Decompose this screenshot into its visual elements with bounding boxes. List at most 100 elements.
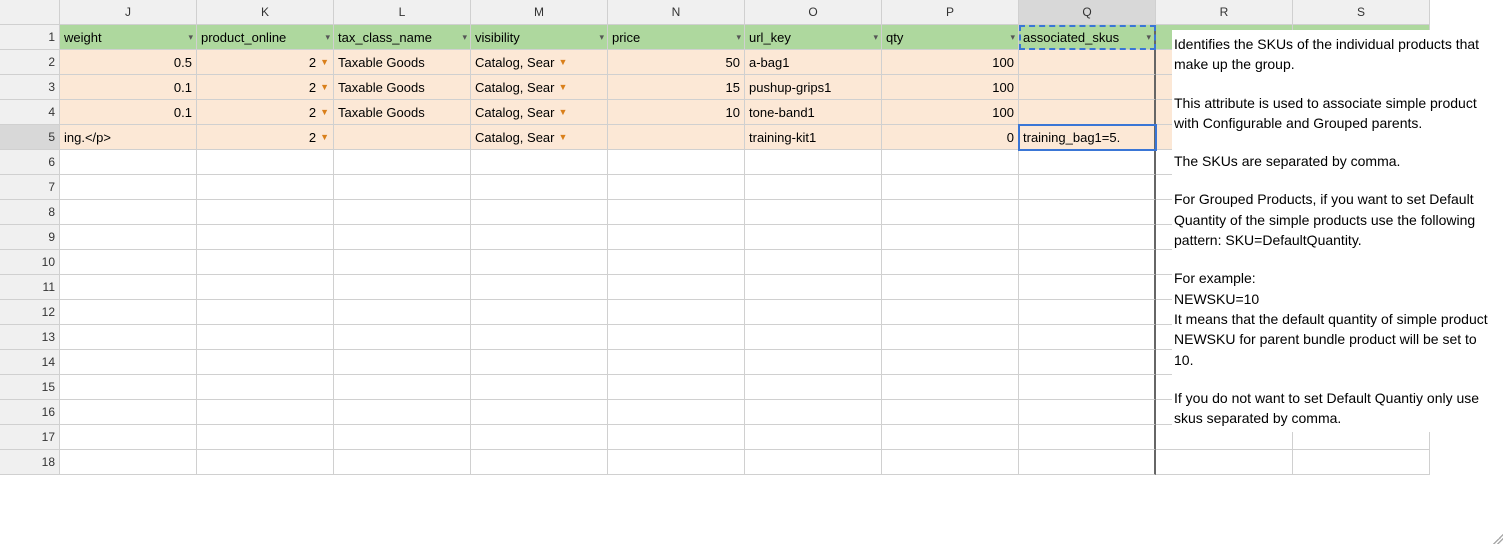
cell-K1[interactable]: product_online▾: [197, 25, 334, 50]
cell-O18[interactable]: [745, 450, 882, 475]
cell-M14[interactable]: [471, 350, 608, 375]
cell-dropdown-icon[interactable]: ▼: [320, 82, 329, 92]
cell-P15[interactable]: [882, 375, 1019, 400]
filter-dropdown-icon[interactable]: ▾: [1146, 32, 1151, 43]
row-header-4[interactable]: 4: [0, 100, 60, 125]
filter-dropdown-icon[interactable]: ▾: [599, 32, 604, 43]
cell-J1[interactable]: weight▾: [60, 25, 197, 50]
cell-N8[interactable]: [608, 200, 745, 225]
row-header-14[interactable]: 14: [0, 350, 60, 375]
cell-N10[interactable]: [608, 250, 745, 275]
cell-P6[interactable]: [882, 150, 1019, 175]
cell-N7[interactable]: [608, 175, 745, 200]
cell-P12[interactable]: [882, 300, 1019, 325]
cell-K15[interactable]: [197, 375, 334, 400]
filter-dropdown-icon[interactable]: ▾: [873, 32, 878, 43]
cell-N16[interactable]: [608, 400, 745, 425]
cell-M18[interactable]: [471, 450, 608, 475]
cell-P17[interactable]: [882, 425, 1019, 450]
cell-L7[interactable]: [334, 175, 471, 200]
cell-Q7[interactable]: [1019, 175, 1156, 200]
cell-M7[interactable]: [471, 175, 608, 200]
cell-N11[interactable]: [608, 275, 745, 300]
cell-O17[interactable]: [745, 425, 882, 450]
cell-L6[interactable]: [334, 150, 471, 175]
row-header-10[interactable]: 10: [0, 250, 60, 275]
cell-P7[interactable]: [882, 175, 1019, 200]
cell-O2[interactable]: a-bag1: [745, 50, 882, 75]
cell-Q9[interactable]: [1019, 225, 1156, 250]
cell-O15[interactable]: [745, 375, 882, 400]
column-header-O[interactable]: O: [745, 0, 882, 25]
cell-M2[interactable]: Catalog, Sear▼: [471, 50, 608, 75]
cell-Q12[interactable]: [1019, 300, 1156, 325]
cell-Q11[interactable]: [1019, 275, 1156, 300]
cell-L13[interactable]: [334, 325, 471, 350]
cell-J16[interactable]: [60, 400, 197, 425]
cell-M13[interactable]: [471, 325, 608, 350]
row-header-1[interactable]: 1: [0, 25, 60, 50]
cell-Q6[interactable]: [1019, 150, 1156, 175]
cell-M1[interactable]: visibility▾: [471, 25, 608, 50]
cell-P2[interactable]: 100: [882, 50, 1019, 75]
cell-dropdown-icon[interactable]: ▼: [320, 132, 329, 142]
cell-Q13[interactable]: [1019, 325, 1156, 350]
cell-J2[interactable]: 0.5: [60, 50, 197, 75]
cell-L16[interactable]: [334, 400, 471, 425]
cell-N1[interactable]: price▾: [608, 25, 745, 50]
cell-P5[interactable]: 0: [882, 125, 1019, 150]
cell-P13[interactable]: [882, 325, 1019, 350]
cell-S18[interactable]: [1293, 450, 1430, 475]
cell-P10[interactable]: [882, 250, 1019, 275]
cell-K5[interactable]: 2▼: [197, 125, 334, 150]
cell-L8[interactable]: [334, 200, 471, 225]
cell-L3[interactable]: Taxable Goods: [334, 75, 471, 100]
row-header-18[interactable]: 18: [0, 450, 60, 475]
cell-J6[interactable]: [60, 150, 197, 175]
row-header-9[interactable]: 9: [0, 225, 60, 250]
cell-Q18[interactable]: [1019, 450, 1156, 475]
cell-L17[interactable]: [334, 425, 471, 450]
cell-O10[interactable]: [745, 250, 882, 275]
cell-L15[interactable]: [334, 375, 471, 400]
cell-L2[interactable]: Taxable Goods: [334, 50, 471, 75]
cell-J12[interactable]: [60, 300, 197, 325]
column-header-R[interactable]: R: [1156, 0, 1293, 25]
cell-dropdown-icon[interactable]: ▼: [559, 82, 568, 92]
cell-Q15[interactable]: [1019, 375, 1156, 400]
cell-J7[interactable]: [60, 175, 197, 200]
cell-M10[interactable]: [471, 250, 608, 275]
cell-P18[interactable]: [882, 450, 1019, 475]
cell-J3[interactable]: 0.1: [60, 75, 197, 100]
cell-Q4[interactable]: [1019, 100, 1156, 125]
cell-P4[interactable]: 100: [882, 100, 1019, 125]
cell-N6[interactable]: [608, 150, 745, 175]
cell-L11[interactable]: [334, 275, 471, 300]
cell-K10[interactable]: [197, 250, 334, 275]
cell-M12[interactable]: [471, 300, 608, 325]
cell-J14[interactable]: [60, 350, 197, 375]
cell-Q17[interactable]: [1019, 425, 1156, 450]
row-header-5[interactable]: 5: [0, 125, 60, 150]
cell-J4[interactable]: 0.1: [60, 100, 197, 125]
cell-K9[interactable]: [197, 225, 334, 250]
cell-K4[interactable]: 2▼: [197, 100, 334, 125]
cell-M17[interactable]: [471, 425, 608, 450]
row-header-3[interactable]: 3: [0, 75, 60, 100]
cell-N14[interactable]: [608, 350, 745, 375]
row-header-6[interactable]: 6: [0, 150, 60, 175]
cell-M8[interactable]: [471, 200, 608, 225]
column-header-L[interactable]: L: [334, 0, 471, 25]
cell-K14[interactable]: [197, 350, 334, 375]
cell-M3[interactable]: Catalog, Sear▼: [471, 75, 608, 100]
cell-K8[interactable]: [197, 200, 334, 225]
cell-O12[interactable]: [745, 300, 882, 325]
cell-Q1[interactable]: associated_skus▾: [1019, 25, 1156, 50]
cell-P3[interactable]: 100: [882, 75, 1019, 100]
filter-dropdown-icon[interactable]: ▾: [736, 32, 741, 43]
row-header-11[interactable]: 11: [0, 275, 60, 300]
cell-O3[interactable]: pushup-grips1: [745, 75, 882, 100]
cell-O5[interactable]: training-kit1: [745, 125, 882, 150]
cell-N5[interactable]: [608, 125, 745, 150]
cell-J15[interactable]: [60, 375, 197, 400]
